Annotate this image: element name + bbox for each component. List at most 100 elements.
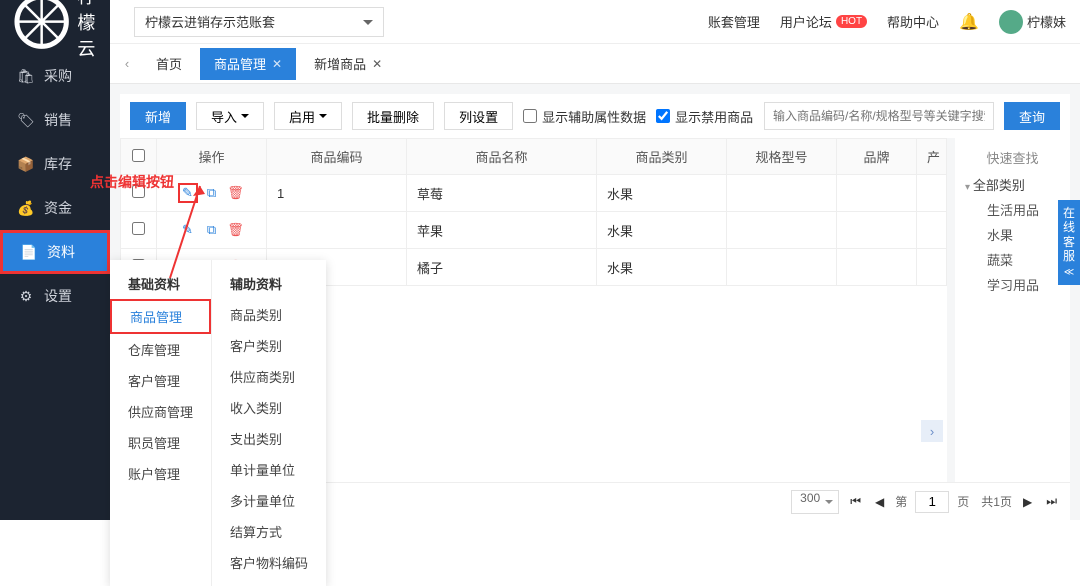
tab-product-mgmt[interactable]: 商品管理✕ xyxy=(200,48,296,80)
gear-icon: ⚙ xyxy=(18,288,34,304)
data-submenu: 基础资料 商品管理仓库管理客户管理供应商管理职员管理账户管理 辅助资料 商品类别… xyxy=(110,260,326,586)
submenu-item[interactable]: 职员管理 xyxy=(110,427,211,458)
delete-icon[interactable]: 🗑 xyxy=(226,220,246,240)
cell-cat: 水果 xyxy=(597,175,727,212)
sidebar-item-sales[interactable]: 🏷销售 xyxy=(0,98,110,142)
bulk-delete-button[interactable]: 批量删除 xyxy=(352,102,434,130)
col-cat: 商品类别 xyxy=(597,139,727,175)
link-forum[interactable]: 用户论坛 HOT xyxy=(780,12,867,31)
tab-add-product[interactable]: 新增商品✕ xyxy=(300,48,396,80)
new-button[interactable]: 新增 xyxy=(130,102,186,130)
submenu-item[interactable]: 仓库管理 xyxy=(110,334,211,365)
edit-icon[interactable]: ✎ xyxy=(178,183,198,203)
delete-icon[interactable]: 🗑 xyxy=(226,183,246,203)
link-help[interactable]: 帮助中心 xyxy=(887,12,939,31)
sidebar-item-inventory[interactable]: 📦库存 xyxy=(0,142,110,186)
row-checkbox[interactable] xyxy=(121,175,157,212)
row-ops: ✎⧉🗑 xyxy=(157,175,267,212)
submenu-item[interactable]: 账户管理 xyxy=(110,458,211,489)
close-icon[interactable]: ✕ xyxy=(372,57,382,71)
show-disabled-checkbox[interactable]: 显示禁用商品 xyxy=(656,107,753,126)
submenu-item[interactable]: 结算方式 xyxy=(212,516,326,547)
quick-find-panel: 快速查找 全部类别 生活用品水果蔬菜学习用品 xyxy=(955,138,1070,482)
submenu-item[interactable]: 客户物料编码 xyxy=(212,547,326,578)
page-size-select[interactable]: 300 xyxy=(791,490,839,514)
submenu-item[interactable]: 客户管理 xyxy=(110,365,211,396)
import-button[interactable]: 导入 xyxy=(196,102,264,130)
hot-badge: HOT xyxy=(836,15,867,28)
sidebar-item-funds[interactable]: 💰资金 xyxy=(0,186,110,230)
account-set-label: 柠檬云进销存示范账套 xyxy=(145,12,275,31)
submenu-item[interactable]: 支出类别 xyxy=(212,423,326,454)
select-all-header[interactable] xyxy=(121,139,157,175)
table-row: ✎⧉🗑 苹果水果 xyxy=(121,212,947,249)
cell-name: 草莓 xyxy=(407,175,597,212)
doc-icon: 📄 xyxy=(21,244,37,260)
first-page-icon[interactable]: ⏮ xyxy=(847,494,864,509)
show-aux-checkbox[interactable]: 显示辅助属性数据 xyxy=(523,107,646,126)
category-root[interactable]: 全部类别 xyxy=(965,175,1060,194)
sidebar: 柠檬云 🛍采购 🏷销售 📦库存 💰资金 📄资料 ⚙设置 xyxy=(0,44,110,520)
lemon-icon xyxy=(12,0,71,52)
tab-home[interactable]: 首页 xyxy=(142,48,196,80)
submenu-header-basic: 基础资料 xyxy=(110,268,211,299)
logo[interactable]: 柠檬云 xyxy=(0,0,110,44)
col-spec: 规格型号 xyxy=(727,139,837,175)
avatar xyxy=(999,10,1023,34)
submenu-header-aux: 辅助资料 xyxy=(212,268,326,299)
col-brand: 品牌 xyxy=(837,139,917,175)
cell-cat: 水果 xyxy=(597,249,727,286)
submenu-item[interactable]: 商品类别 xyxy=(212,299,326,330)
col-name: 商品名称 xyxy=(407,139,597,175)
cell-cat: 水果 xyxy=(597,212,727,249)
tab-bar: ‹ 首页 商品管理✕ 新增商品✕ xyxy=(110,44,1080,84)
submenu-item[interactable]: 收入类别 xyxy=(212,392,326,423)
submenu-item[interactable]: 客户类别 xyxy=(212,330,326,361)
user-menu[interactable]: 柠檬妹 xyxy=(999,10,1066,34)
col-op: 操作 xyxy=(157,139,267,175)
edit-icon[interactable]: ✎ xyxy=(178,220,198,240)
feedback-tab[interactable]: 在线客服≪ xyxy=(1058,200,1080,285)
tag-icon: 🏷 xyxy=(18,112,34,128)
cell-name: 苹果 xyxy=(407,212,597,249)
submenu-item[interactable]: 供应商管理 xyxy=(110,396,211,427)
category-item[interactable]: 生活用品 xyxy=(965,200,1060,219)
link-account-mgmt[interactable]: 账套管理 xyxy=(708,12,760,31)
chevron-left-icon: ≪ xyxy=(1064,267,1074,278)
submenu-item[interactable]: 供应商类别 xyxy=(212,361,326,392)
sidebar-item-settings[interactable]: ⚙设置 xyxy=(0,274,110,318)
category-item[interactable]: 学习用品 xyxy=(965,275,1060,294)
next-page-icon[interactable]: ▶ xyxy=(1020,495,1035,509)
query-button[interactable]: 查询 xyxy=(1004,102,1060,130)
row-ops: ✎⧉🗑 xyxy=(157,212,267,249)
sidebar-item-data[interactable]: 📄资料 xyxy=(0,230,110,274)
category-item[interactable]: 蔬菜 xyxy=(965,250,1060,269)
bag-icon: 🛍 xyxy=(18,68,34,84)
box-icon: 📦 xyxy=(18,156,34,172)
category-item[interactable]: 水果 xyxy=(965,225,1060,244)
page-input[interactable] xyxy=(915,491,949,513)
copy-icon[interactable]: ⧉ xyxy=(202,220,222,240)
column-settings-button[interactable]: 列设置 xyxy=(444,102,513,130)
last-page-icon[interactable]: ⏭ xyxy=(1043,494,1060,509)
quick-find-title: 快速查找 xyxy=(965,148,1060,167)
tab-prev-icon[interactable]: ‹ xyxy=(116,49,138,79)
account-set-select[interactable]: 柠檬云进销存示范账套 xyxy=(134,7,384,37)
bell-icon[interactable]: 🔔 xyxy=(959,12,979,32)
col-origin: 产 xyxy=(917,139,947,175)
close-icon[interactable]: ✕ xyxy=(272,57,282,71)
chevron-down-icon xyxy=(319,114,327,122)
submenu-item[interactable]: 多计量单位 xyxy=(212,485,326,516)
enable-button[interactable]: 启用 xyxy=(274,102,342,130)
submenu-item[interactable]: 单计量单位 xyxy=(212,454,326,485)
row-checkbox[interactable] xyxy=(121,212,157,249)
submenu-item[interactable]: 商品管理 xyxy=(110,299,211,334)
search-input[interactable] xyxy=(764,102,994,130)
copy-icon[interactable]: ⧉ xyxy=(202,183,222,203)
prev-page-icon[interactable]: ◀ xyxy=(872,495,887,509)
cell-code: 1 xyxy=(267,175,407,212)
toolbar: 新增 导入 启用 批量删除 列设置 显示辅助属性数据 显示禁用商品 查询 xyxy=(120,94,1070,138)
scroll-right-icon[interactable]: › xyxy=(921,420,943,442)
coin-icon: 💰 xyxy=(18,200,34,216)
cell-name: 橘子 xyxy=(407,249,597,286)
